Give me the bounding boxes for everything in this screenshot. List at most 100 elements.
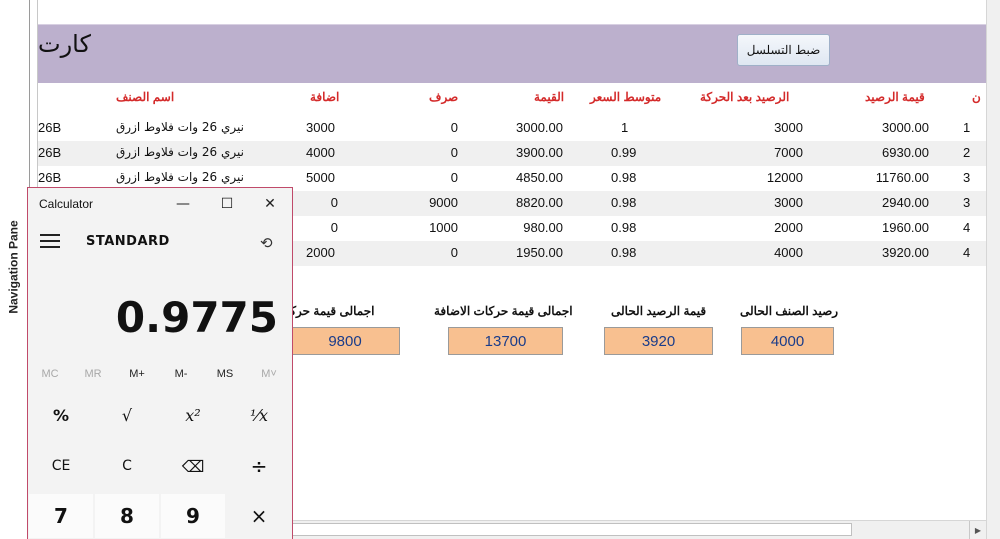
avg-cell[interactable]: 0.98 xyxy=(611,245,636,260)
memory-list-button[interactable]: M˅ xyxy=(251,368,287,380)
memory-subtract-button[interactable]: M- xyxy=(163,368,199,380)
digit-9-button[interactable]: 9 xyxy=(161,494,225,538)
percent-button[interactable]: % xyxy=(29,393,93,437)
column-header-seq[interactable]: ن xyxy=(972,90,981,104)
clear-button[interactable]: C xyxy=(95,444,159,488)
horizontal-scroll-thumb[interactable] xyxy=(292,523,852,536)
current-item-balance-label: رصيد الصنف الحالى xyxy=(740,304,839,318)
desktop-screen: Navigation Pane كارت ضبط التسلسل اسم الص… xyxy=(0,0,1000,539)
addition-cell[interactable]: 4000 xyxy=(306,145,335,160)
value-cell[interactable]: 3900.00 xyxy=(516,145,563,160)
seq-cell[interactable]: 2 xyxy=(963,145,970,160)
avg-cell[interactable]: 0.98 xyxy=(611,220,636,235)
name-cell[interactable]: نيري 26 وات فلاوط ازرق xyxy=(116,170,244,184)
clear-entry-button[interactable]: CE xyxy=(29,444,93,488)
code-cell[interactable]: 26B xyxy=(38,170,61,185)
addition-cell[interactable]: 0 xyxy=(331,220,338,235)
maximize-icon[interactable]: ☐ xyxy=(214,192,240,216)
avg-cell[interactable]: 0.99 xyxy=(611,145,636,160)
calculator-display: 0.9775 xyxy=(115,293,278,342)
balance-after-cell[interactable]: 7000 xyxy=(774,145,803,160)
digit-8-button[interactable]: 8 xyxy=(95,494,159,538)
balance-after-cell[interactable]: 2000 xyxy=(774,220,803,235)
spend-cell[interactable]: 9000 xyxy=(429,195,458,210)
column-header-addition[interactable]: اضافة xyxy=(310,90,339,104)
calculator-titlebar[interactable]: Calculator — ☐ ✕ xyxy=(28,188,292,220)
digit-7-button[interactable]: 7 xyxy=(29,494,93,538)
name-cell[interactable]: نيري 26 وات فلاوط ازرق xyxy=(116,120,244,134)
divide-button[interactable]: ÷ xyxy=(227,444,291,488)
total-movements-field[interactable]: 9800 xyxy=(290,327,400,355)
column-header-spend[interactable]: صرف xyxy=(429,90,458,104)
seq-cell[interactable]: 1 xyxy=(963,120,970,135)
calculator-mode: STANDARD xyxy=(86,234,170,249)
table-row[interactable]: 26B نيري 26 وات فلاوط ازرق 3000 0 3000.0… xyxy=(38,116,986,141)
seq-cell[interactable]: 4 xyxy=(963,220,970,235)
table-row[interactable]: 26B نيري 26 وات فلاوط ازرق 4000 0 3900.0… xyxy=(38,141,986,166)
square-button[interactable]: x² xyxy=(161,393,225,437)
column-header-balance-after[interactable]: الرصيد بعد الحركة xyxy=(700,90,789,104)
balance-after-cell[interactable]: 4000 xyxy=(774,245,803,260)
avg-cell[interactable]: 1 xyxy=(621,120,628,135)
balance-value-cell[interactable]: 3920.00 xyxy=(882,245,929,260)
value-cell[interactable]: 980.00 xyxy=(523,220,563,235)
column-header-name[interactable]: اسم الصنف xyxy=(116,90,174,104)
navigation-pane-toggle[interactable]: Navigation Pane xyxy=(2,212,26,322)
balance-value-cell[interactable]: 11760.00 xyxy=(876,170,929,185)
value-cell[interactable]: 4850.00 xyxy=(516,170,563,185)
seq-cell[interactable]: 3 xyxy=(963,170,970,185)
value-cell[interactable]: 8820.00 xyxy=(516,195,563,210)
memory-recall-button[interactable]: MR xyxy=(75,368,111,380)
balance-after-cell[interactable]: 3000 xyxy=(774,195,803,210)
column-header-value[interactable]: القيمة xyxy=(534,90,564,104)
memory-clear-button[interactable]: MC xyxy=(32,368,68,380)
backspace-icon[interactable]: ⌫ xyxy=(161,444,225,488)
spend-cell[interactable]: 0 xyxy=(451,245,458,260)
current-item-balance-field[interactable]: 4000 xyxy=(741,327,834,355)
code-cell[interactable]: 26B xyxy=(38,145,61,160)
square-root-button[interactable]: √ xyxy=(95,393,159,437)
total-additions-field[interactable]: 13700 xyxy=(448,327,563,355)
column-header-avg-price[interactable]: متوسط السعر xyxy=(590,90,661,104)
value-cell[interactable]: 1950.00 xyxy=(516,245,563,260)
vertical-scrollbar[interactable] xyxy=(986,0,1000,539)
history-icon[interactable]: ⟲ xyxy=(260,234,273,252)
total-additions-label: اجمالى قيمة حركات الاضافة xyxy=(434,304,573,318)
balance-value-cell[interactable]: 2940.00 xyxy=(882,195,929,210)
balance-after-cell[interactable]: 12000 xyxy=(767,170,803,185)
balance-after-cell[interactable]: 3000 xyxy=(774,120,803,135)
reciprocal-button[interactable]: ⅟x xyxy=(227,393,291,437)
addition-cell[interactable]: 0 xyxy=(331,195,338,210)
name-cell[interactable]: نيري 26 وات فلاوط ازرق xyxy=(116,145,244,159)
current-balance-value-label: قيمة الرصيد الحالى xyxy=(611,304,707,318)
spend-cell[interactable]: 0 xyxy=(451,145,458,160)
memory-store-button[interactable]: MS xyxy=(207,368,243,380)
value-cell[interactable]: 3000.00 xyxy=(516,120,563,135)
balance-value-cell[interactable]: 1960.00 xyxy=(882,220,929,235)
hamburger-icon[interactable] xyxy=(40,234,62,252)
seq-cell[interactable]: 3 xyxy=(963,195,970,210)
spend-cell[interactable]: 0 xyxy=(451,120,458,135)
addition-cell[interactable]: 3000 xyxy=(306,120,335,135)
form-title: كارت xyxy=(38,30,91,58)
sort-order-button[interactable]: ضبط التسلسل xyxy=(737,34,830,66)
calculator-window[interactable]: Calculator — ☐ ✕ STANDARD ⟲ 0.9775 MC MR… xyxy=(27,187,293,539)
addition-cell[interactable]: 2000 xyxy=(306,245,335,260)
spend-cell[interactable]: 1000 xyxy=(429,220,458,235)
spend-cell[interactable]: 0 xyxy=(451,170,458,185)
close-icon[interactable]: ✕ xyxy=(257,192,283,216)
multiply-button[interactable]: × xyxy=(227,494,291,538)
addition-cell[interactable]: 5000 xyxy=(306,170,335,185)
memory-add-button[interactable]: M+ xyxy=(119,368,155,380)
avg-cell[interactable]: 0.98 xyxy=(611,170,636,185)
balance-value-cell[interactable]: 6930.00 xyxy=(882,145,929,160)
horizontal-scrollbar[interactable]: ▶ xyxy=(292,520,986,539)
code-cell[interactable]: 26B xyxy=(38,120,61,135)
current-balance-value-field[interactable]: 3920 xyxy=(604,327,713,355)
minimize-icon[interactable]: — xyxy=(170,192,196,216)
column-header-balance-value[interactable]: قيمة الرصيد xyxy=(865,90,925,104)
scroll-right-arrow-icon[interactable]: ▶ xyxy=(969,521,986,539)
balance-value-cell[interactable]: 3000.00 xyxy=(882,120,929,135)
avg-cell[interactable]: 0.98 xyxy=(611,195,636,210)
seq-cell[interactable]: 4 xyxy=(963,245,970,260)
